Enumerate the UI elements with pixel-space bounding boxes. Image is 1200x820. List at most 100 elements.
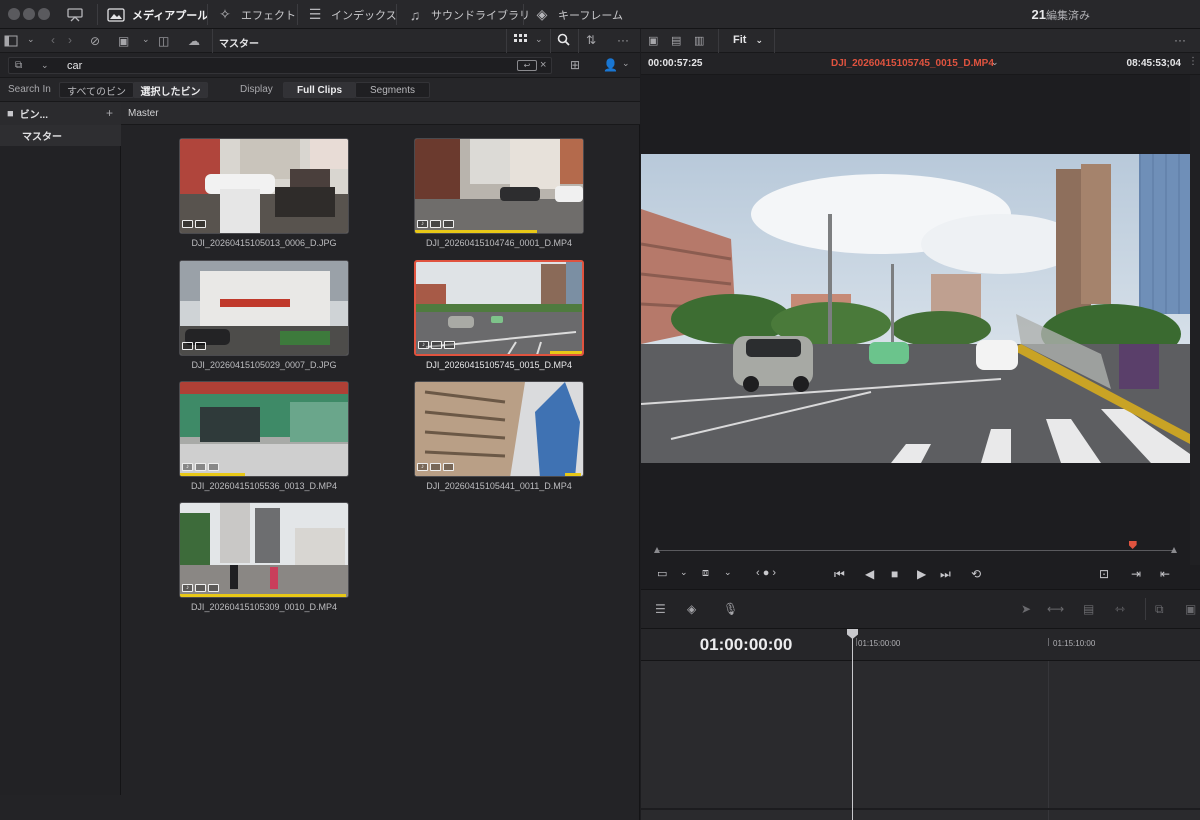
edit-status: 編集済み [1046, 9, 1090, 22]
video-badge-icon [208, 463, 219, 471]
keyframe-diamond-icon: ◈ [536, 6, 548, 22]
stop-icon[interactable]: ■ [891, 567, 898, 581]
keyframe-diamond-icon[interactable]: ◈ [687, 602, 696, 616]
add-bin-icon[interactable]: ⊞ [570, 58, 580, 72]
clip-name: DJI_20260415105013_0006_D.JPG [191, 238, 337, 248]
grid-view-icon[interactable] [514, 34, 528, 44]
search-filter-icon[interactable]: ⧉ [15, 60, 22, 71]
cloud-icon[interactable]: ☁ [188, 34, 200, 48]
top-toolbar: メディアプール ✧ エフェクト ☰ インデックス ♫ サウンドライブラリ ◈ キ… [0, 0, 1200, 29]
blade-tool-icon[interactable]: ▤ [1083, 602, 1094, 616]
link-icon[interactable]: ⊘ [90, 34, 100, 48]
dynamic-trim-icon[interactable]: ⇿ [1115, 602, 1125, 616]
match-frame-icon[interactable]: ⊡ [1099, 567, 1109, 581]
image-view-icon[interactable]: ▣ [648, 34, 658, 47]
replace-icon[interactable]: ▣ [1185, 602, 1196, 616]
search-input[interactable]: ⧉ ⌄ car ↩ × [8, 57, 552, 74]
workspace-icon-button[interactable] [66, 0, 84, 29]
media-pool-tab[interactable]: メディアプール [107, 0, 208, 29]
window-close-button[interactable] [8, 8, 20, 20]
display-segments-button[interactable]: Segments [355, 82, 430, 98]
pointer-tool-icon[interactable]: ➤ [1021, 602, 1031, 616]
window-zoom-button[interactable] [38, 8, 50, 20]
viewer-mode-icon[interactable]: ▭ [657, 567, 667, 580]
forward-arrow-icon[interactable]: › [68, 33, 72, 47]
music-note-icon: ♫ [409, 6, 421, 23]
record-timecode: 08:45:53;04 [1126, 58, 1181, 69]
sound-library-tab[interactable]: ♫ サウンドライブラリ [406, 0, 530, 29]
timeline-playhead-line [852, 629, 853, 820]
viewer-panel: ▣ ▤ ▥ Fit ⌄ ··· 00:00:57:25 DJI_202604151… [641, 29, 1200, 820]
clear-search-icon[interactable]: × [540, 59, 546, 71]
people-icon[interactable]: 👤 [603, 58, 618, 72]
add-bin-plus-icon[interactable]: + [106, 106, 113, 120]
display-full-clips-label: Full Clips [297, 84, 342, 96]
video-badge-icon [208, 584, 219, 592]
image-badge-icon [182, 220, 193, 228]
loop-icon[interactable]: ⟲ [971, 567, 981, 581]
scope-selected-bins-button[interactable]: 選択したビン [133, 82, 208, 98]
chevron-down-icon[interactable]: ⌄ [142, 34, 150, 45]
trim-tool-icon[interactable]: ⟷ [1047, 602, 1064, 616]
keyframes-tab[interactable]: ◈ キーフレーム [533, 0, 623, 29]
clip-usage-bar [415, 230, 537, 233]
clip-usage-bar [180, 473, 245, 476]
edit-count: 21 [1031, 7, 1046, 22]
scope-all-bins-button[interactable]: すべてのビン [59, 82, 134, 98]
more-options-icon[interactable]: ··· [1174, 33, 1186, 47]
sidebar-toggle-icon[interactable] [4, 34, 18, 48]
jog-control-icon[interactable]: ‹ ● › [756, 567, 776, 579]
bins-sidebar: ■ ビン... + マスター [0, 102, 121, 795]
search-icon[interactable] [557, 33, 570, 46]
viewer-scrollbar[interactable] [1190, 75, 1200, 565]
clip-thumbnail[interactable]: DJI_20260415105029_0007_D.JPG [179, 260, 349, 374]
viewer-clip-name[interactable]: DJI_20260415105745_0015_D.MP4 [831, 58, 994, 69]
chevron-down-icon[interactable]: ⌄ [680, 567, 688, 578]
sort-icon[interactable]: ⇅ [586, 33, 596, 47]
clip-thumbnail[interactable]: ♪ DJI_20260415105441_0011_D.MP4 [414, 381, 584, 495]
microphone-icon[interactable]: 🎙 [723, 602, 738, 616]
timeline-ruler[interactable]: 01:00:00:00 01:15:00:00 01:15:10:00 [641, 629, 1200, 661]
insert-clip-icon[interactable]: ⧈ [702, 567, 709, 580]
skip-to-end-icon[interactable]: ⏭ [940, 567, 951, 582]
chevron-down-icon[interactable]: ⌄ [535, 34, 543, 45]
clip-name: DJI_20260415105745_0015_D.MP4 [425, 360, 573, 370]
more-options-icon[interactable]: ⋮ [1188, 56, 1198, 67]
play-reverse-icon[interactable]: ◀ [865, 567, 874, 581]
chevron-down-icon[interactable]: ⌄ [27, 34, 35, 45]
viewer-playhead[interactable] [1128, 541, 1137, 549]
index-tab[interactable]: ☰ インデックス [306, 0, 397, 29]
previous-edit-icon[interactable]: ⇤ [1160, 567, 1170, 581]
clip-name: DJI_20260415105441_0011_D.MP4 [426, 481, 572, 491]
clip-thumbnail-selected[interactable]: ♪ DJI_20260415105745_0015_D.MP4 [414, 260, 584, 374]
timeline-view-icon[interactable]: ▥ [694, 34, 704, 47]
skip-to-start-icon[interactable]: ⏮ [834, 567, 845, 582]
bin-item-master[interactable]: マスター [0, 125, 121, 146]
chevron-down-icon[interactable]: ⌄ [41, 60, 49, 71]
overwrite-icon[interactable]: ⧉ [1155, 602, 1164, 617]
back-arrow-icon[interactable]: ‹ [51, 33, 55, 47]
metadata-view-icon[interactable]: ▣ [118, 34, 129, 48]
clip-thumbnail[interactable]: ♪ DJI_20260415105536_0013_D.MP4 [179, 381, 349, 495]
monitor-icon [67, 7, 83, 21]
play-icon[interactable]: ▶ [917, 567, 926, 581]
clip-thumbnail[interactable]: ♪ DJI_20260415105309_0010_D.MP4 [179, 502, 349, 616]
zoom-select[interactable]: Fit ⌄ [733, 34, 763, 46]
image-badge-icon [195, 342, 206, 350]
film-view-icon[interactable]: ▤ [671, 34, 681, 47]
timeline-track-area[interactable] [641, 661, 1200, 820]
more-options-icon[interactable]: ··· [617, 33, 629, 47]
clip-thumbnail[interactable]: ♪ DJI_20260415104746_0001_D.MP4 [414, 138, 584, 252]
display-full-clips-button[interactable]: Full Clips [283, 82, 356, 98]
clip-thumbnail[interactable]: DJI_20260415105013_0006_D.JPG [179, 138, 349, 252]
chevron-down-icon[interactable]: ⌄ [724, 567, 732, 578]
next-edit-icon[interactable]: ⇥ [1131, 567, 1141, 581]
effects-tab-label: エフェクト [241, 9, 296, 22]
track-options-icon[interactable]: ☰ [655, 602, 666, 616]
effects-tab[interactable]: ✧ エフェクト [216, 0, 296, 29]
viewer-scrubber[interactable] [641, 538, 1200, 563]
speech-icon[interactable]: ◫ [158, 34, 169, 48]
chevron-down-icon[interactable]: ⌄ [622, 58, 630, 69]
window-minimize-button[interactable] [23, 8, 35, 20]
chevron-down-icon[interactable]: ⌄ [991, 57, 999, 68]
